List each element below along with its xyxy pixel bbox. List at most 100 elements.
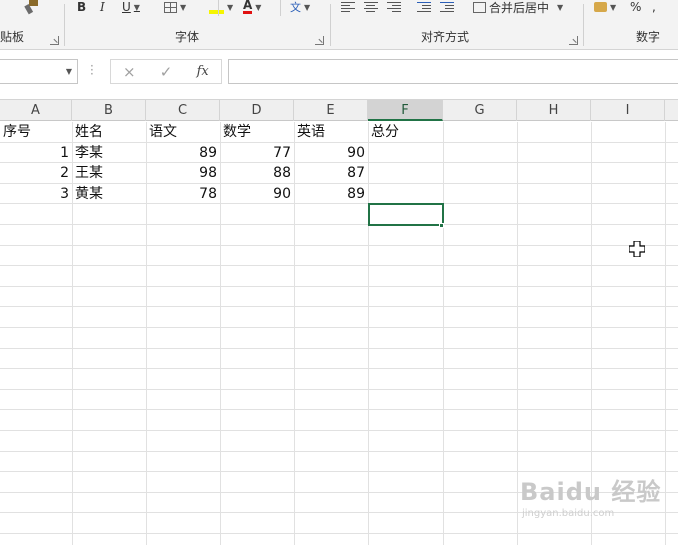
table-row [0, 287, 678, 308]
column-header-e[interactable]: E [294, 100, 368, 121]
cell-f3[interactable] [368, 163, 443, 183]
cell-d3[interactable]: 88 [220, 163, 294, 183]
insert-function-button[interactable]: fx [184, 64, 221, 79]
font-launcher-icon[interactable] [315, 36, 324, 45]
align-right-icon[interactable] [387, 0, 401, 12]
ribbon-divider [280, 0, 281, 16]
cell-c3[interactable]: 98 [146, 163, 220, 183]
cell-b3[interactable]: 王某 [72, 163, 146, 183]
fill-color-icon [209, 1, 224, 14]
increase-indent-icon[interactable] [440, 0, 454, 12]
alignment-launcher-icon[interactable] [569, 36, 578, 45]
cell-d4[interactable]: 90 [220, 184, 294, 204]
merge-center-button[interactable]: 合并后居中 ▼ [473, 0, 564, 15]
phonetic-button[interactable]: 文 ▼ [290, 0, 310, 14]
clipboard-group-label: 贴板 [0, 30, 25, 44]
comma-button[interactable]: , [652, 0, 656, 14]
cell-e3[interactable]: 87 [294, 163, 368, 183]
cell-d2[interactable]: 77 [220, 143, 294, 163]
column-header-c[interactable]: C [146, 100, 220, 121]
table-row [0, 390, 678, 411]
clipboard-group: 贴板 [0, 0, 64, 50]
align-center-icon[interactable] [364, 0, 378, 12]
underline-label: U [122, 0, 131, 14]
cell-b1[interactable]: 姓名 [72, 122, 146, 142]
table-row [0, 452, 678, 473]
cell-f2[interactable] [368, 143, 443, 163]
active-cell-selection[interactable] [368, 203, 444, 226]
table-row [0, 204, 678, 225]
cancel-icon[interactable]: × [111, 63, 148, 81]
table-row [0, 307, 678, 328]
font-group-label: 字体 [175, 30, 200, 44]
cell-c1[interactable]: 语文 [146, 122, 220, 142]
number-group-label: 数字 [636, 30, 661, 44]
underline-button[interactable]: U ▼ [122, 0, 140, 14]
formula-buttons: × ✓ fx [110, 59, 222, 84]
cell-a4[interactable]: 3 [0, 184, 72, 204]
column-header-d[interactable]: D [220, 100, 294, 121]
table-row [0, 225, 678, 246]
watermark: Baidu 经验 jingyan.baidu.com [520, 472, 670, 532]
chevron-down-icon: ▼ [133, 2, 140, 12]
chevron-down-icon[interactable]: ▼ [66, 67, 72, 76]
cell-a3[interactable]: 2 [0, 163, 72, 183]
cell-f4[interactable] [368, 184, 443, 204]
merge-icon [473, 1, 486, 13]
cell-f1[interactable]: 总分 [368, 122, 443, 142]
table-row: 1 李某 89 77 90 [0, 143, 678, 164]
column-header-b[interactable]: B [72, 100, 146, 121]
cell-c2[interactable]: 89 [146, 143, 220, 163]
column-header-f[interactable]: F [368, 100, 443, 121]
resize-handle-icon[interactable]: · · · [90, 60, 94, 80]
column-header-i[interactable]: I [591, 100, 665, 121]
clipboard-launcher-icon[interactable] [50, 36, 59, 45]
formula-input[interactable] [228, 59, 678, 84]
column-header-a[interactable]: A [0, 100, 72, 121]
watermark-logo: Baidu 经验 [520, 478, 662, 506]
chevron-down-icon: ▼ [557, 2, 564, 12]
percent-button[interactable]: % [630, 0, 641, 14]
borders-button[interactable]: ▼ [164, 0, 186, 14]
format-painter-icon[interactable] [22, 0, 40, 16]
cell-e2[interactable]: 90 [294, 143, 368, 163]
table-row [0, 369, 678, 390]
cell-c4[interactable]: 78 [146, 184, 220, 204]
table-row [0, 246, 678, 267]
table-row [0, 266, 678, 287]
italic-button[interactable]: I [100, 0, 105, 14]
cell-a2[interactable]: 1 [0, 143, 72, 163]
font-color-label: A [243, 0, 253, 14]
chevron-down-icon: ▼ [180, 2, 187, 12]
formula-bar: ▼ · · · × ✓ fx [0, 50, 678, 100]
cell-b4[interactable]: 黄某 [72, 184, 146, 204]
column-header-g[interactable]: G [443, 100, 517, 121]
cell-e4[interactable]: 89 [294, 184, 368, 204]
ribbon: 贴板 B I U ▼ ▼ ▼ A ▼ 字体 文 ▼ 合并后居中 ▼ 对齐方式 ▼… [0, 0, 678, 50]
column-header-h[interactable]: H [517, 100, 591, 121]
alignment-group: 合并后居中 ▼ 对齐方式 [331, 0, 583, 50]
chevron-down-icon: ▼ [610, 2, 617, 12]
chevron-down-icon: ▼ [227, 2, 234, 12]
cell-cursor-icon [629, 241, 645, 257]
cell-a1[interactable]: 序号 [0, 122, 72, 142]
table-row: 3 黄某 78 90 89 [0, 184, 678, 205]
table-row [0, 328, 678, 349]
enter-icon[interactable]: ✓ [148, 63, 185, 81]
bold-button[interactable]: B [77, 0, 86, 14]
cell-b2[interactable]: 李某 [72, 143, 146, 163]
ribbon-divider [218, 0, 219, 16]
watermark-url: jingyan.baidu.com [522, 508, 615, 519]
align-left-icon[interactable] [341, 0, 355, 12]
decrease-indent-icon[interactable] [417, 0, 431, 12]
currency-button[interactable]: ▼ [594, 0, 616, 14]
borders-icon [164, 1, 177, 13]
fill-color-button[interactable]: ▼ [209, 0, 233, 14]
fill-handle[interactable] [439, 223, 444, 228]
table-row: 序号 姓名 语文 数学 英语 总分 [0, 122, 678, 143]
cell-d1[interactable]: 数学 [220, 122, 294, 142]
cell-e1[interactable]: 英语 [294, 122, 368, 142]
table-row [0, 349, 678, 370]
font-color-button[interactable]: A ▼ [243, 0, 261, 14]
name-box[interactable]: ▼ [0, 59, 78, 84]
